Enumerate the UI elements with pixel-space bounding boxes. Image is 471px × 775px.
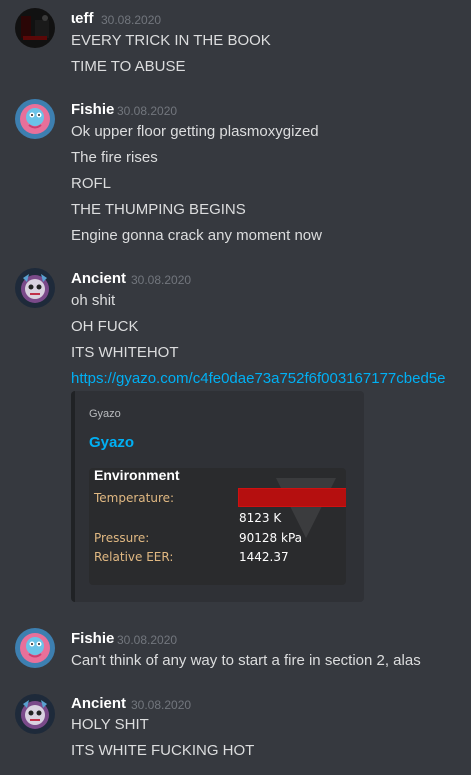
embed-image[interactable]: Environment Temperature: 8123 K Pressure… (89, 468, 346, 585)
timestamp: 30.08.2020 (117, 633, 178, 647)
message-text: ITS WHITE FUCKING HOT (71, 742, 255, 759)
gyazo-link[interactable]: https://gyazo.com/c4fe0dae73a752f6f00316… (71, 370, 445, 387)
temperature-bar (238, 488, 346, 507)
timestamp: 30.08.2020 (131, 698, 192, 712)
message-text: TIME TO ABUSE (71, 58, 186, 75)
message-text: Engine gonna crack any moment now (71, 227, 322, 244)
fishie-avatar-icon[interactable] (15, 99, 55, 139)
message-text: HOLY SHIT (71, 716, 149, 733)
username[interactable]: Ancient (71, 270, 126, 287)
message-text: oh shit (71, 292, 116, 309)
message-text: The fire rises (71, 149, 158, 166)
embed-provider[interactable]: Gyazo (89, 408, 121, 420)
embed-title[interactable]: Gyazo (89, 434, 134, 451)
message-text: THE THUMPING BEGINS (71, 201, 246, 218)
message-text: EVERY TRICK IN THE BOOK (71, 32, 271, 49)
fishie-avatar-icon[interactable] (15, 628, 55, 668)
username[interactable]: Fishie (71, 101, 114, 118)
message-text: Can't think of any way to start a fire i… (71, 652, 421, 669)
timestamp: 30.08.2020 (117, 104, 178, 118)
message-text: ITS WHITEHOT (71, 344, 179, 361)
message-text: OH FUCK (71, 318, 139, 335)
eer-value: 1442.37 (239, 550, 289, 564)
pressure-value: 90128 kPa (239, 531, 302, 545)
pressure-label: Pressure: (94, 531, 150, 545)
ancient-avatar-icon[interactable] (15, 694, 55, 734)
message-text: Ok upper floor getting plasmoxygized (71, 123, 319, 140)
temperature-value: 8123 K (239, 511, 282, 525)
message-text: ROFL (71, 175, 112, 192)
temperature-label: Temperature: (94, 491, 175, 505)
timestamp: 30.08.2020 (131, 273, 192, 287)
eer-label: Relative EER: (94, 550, 174, 564)
link-embed: Gyazo Gyazo Environment Temperature: 812… (71, 391, 364, 602)
username[interactable]: ɩeff (71, 10, 94, 27)
timestamp: 30.08.2020 (101, 13, 162, 27)
ancient-avatar-icon[interactable] (15, 268, 55, 308)
ghost-shape-icon (276, 478, 336, 538)
environment-heading: Environment (94, 468, 180, 483)
dark-room-avatar-icon[interactable] (15, 8, 55, 48)
username[interactable]: Ancient (71, 695, 126, 712)
username[interactable]: Fishie (71, 630, 114, 647)
